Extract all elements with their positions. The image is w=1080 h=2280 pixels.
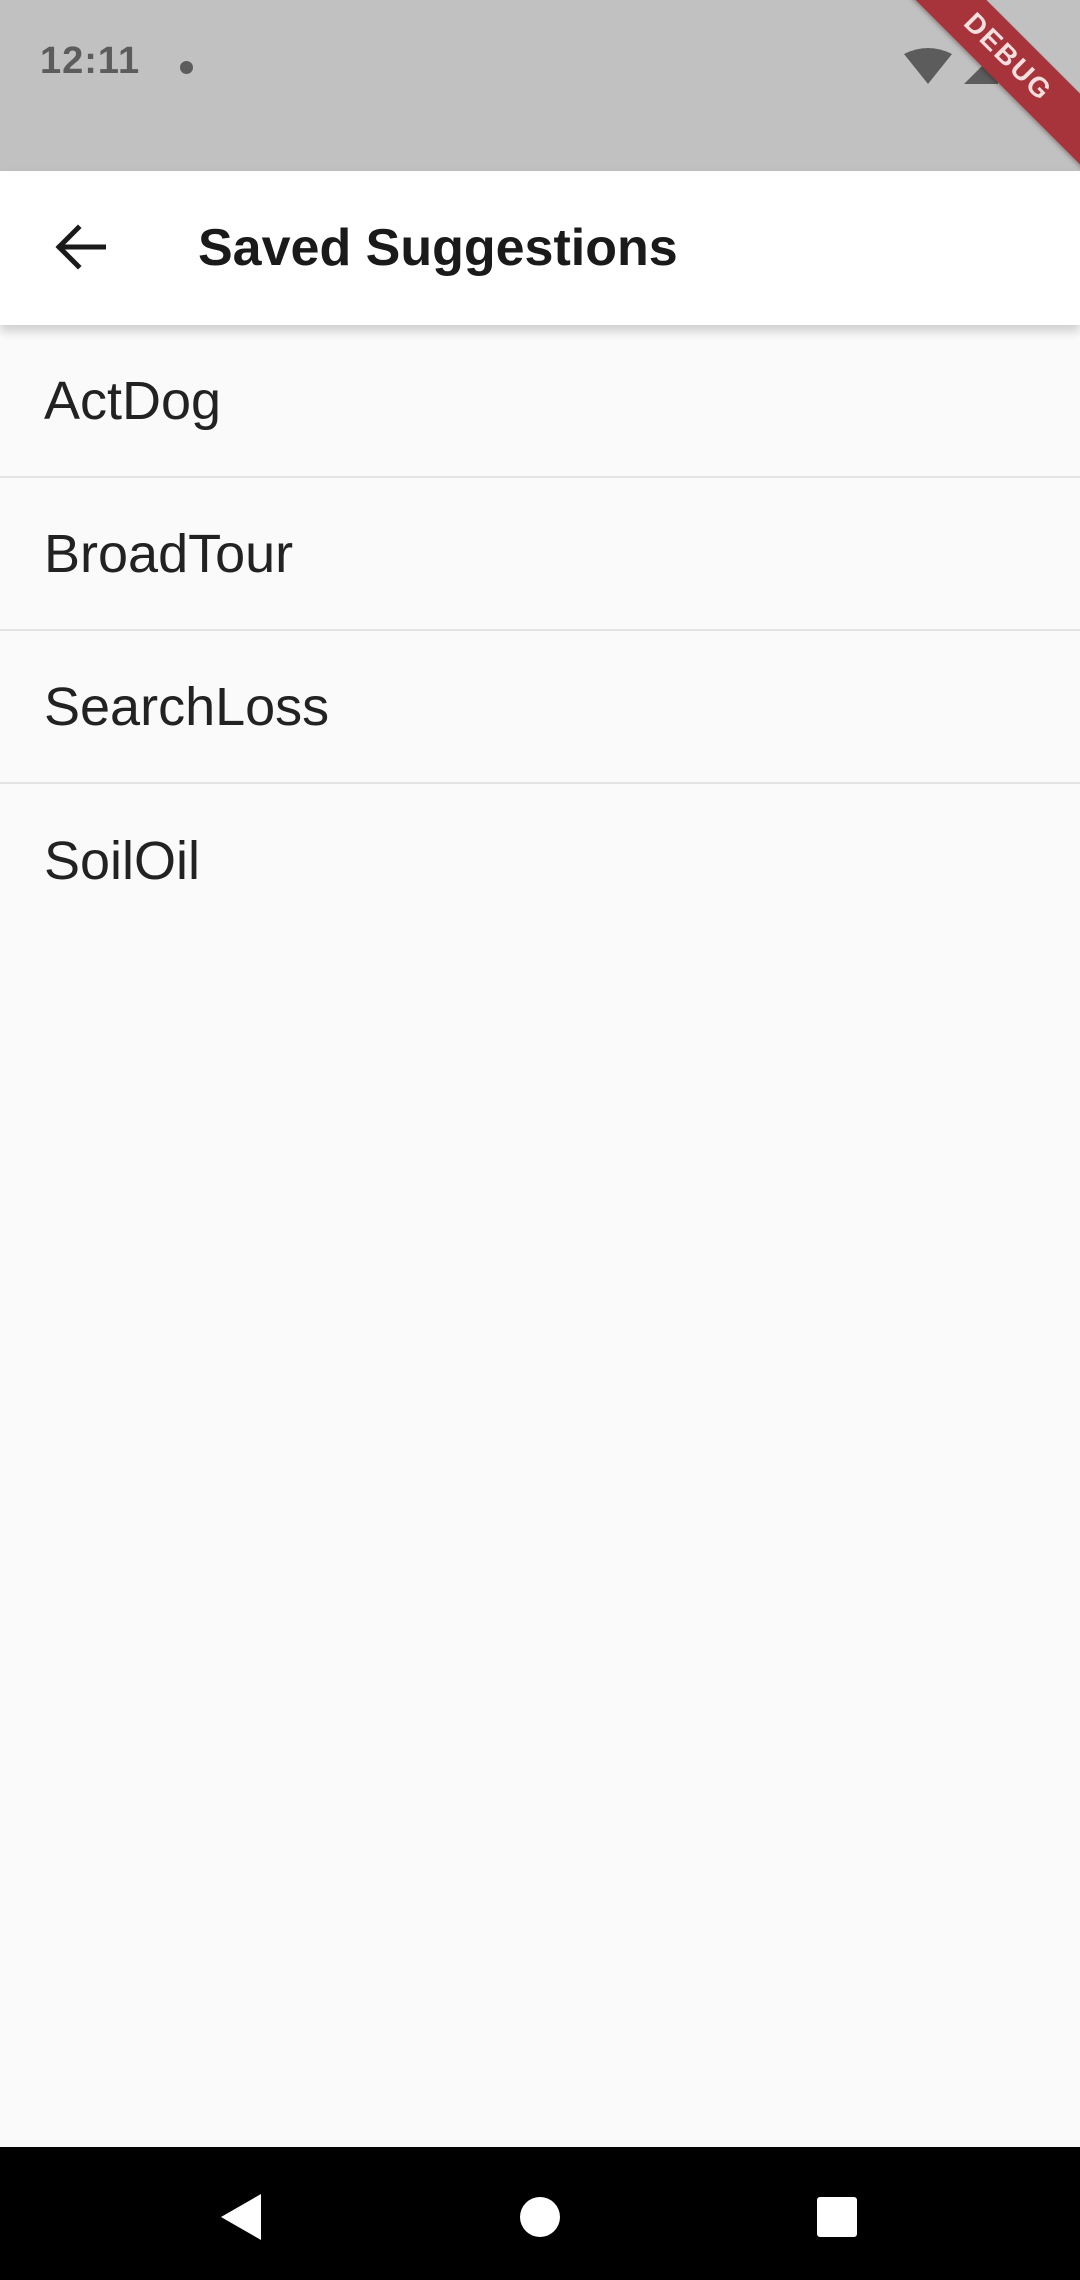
wifi-icon <box>904 48 952 84</box>
status-bar: 12:11 DEBUG <box>0 0 1080 171</box>
app-bar: Saved Suggestions <box>0 171 1080 325</box>
list-item-label: ActDog <box>44 370 222 431</box>
recents-square-icon <box>817 2197 857 2237</box>
list-item-label: BroadTour <box>44 523 294 584</box>
notification-dot-icon <box>180 61 193 74</box>
navigation-bar <box>0 2147 1080 2280</box>
home-circle-icon <box>520 2197 560 2237</box>
nav-recents-button[interactable] <box>797 2177 877 2257</box>
arrow-left-icon <box>55 224 106 270</box>
nav-back-button[interactable] <box>200 2177 280 2257</box>
page-title: Saved Suggestions <box>198 219 678 277</box>
back-triangle-icon <box>221 2194 261 2240</box>
list-item[interactable]: SoilOil <box>0 784 1080 937</box>
list-item[interactable]: SearchLoss <box>0 631 1080 784</box>
nav-home-button[interactable] <box>500 2177 580 2257</box>
back-button[interactable] <box>28 195 132 299</box>
list-item[interactable]: ActDog <box>0 325 1080 478</box>
status-time: 12:11 <box>40 40 141 82</box>
list-item-label: SoilOil <box>44 830 201 891</box>
saved-suggestions-list: ActDog BroadTour SearchLoss SoilOil <box>0 325 1080 937</box>
list-item[interactable]: BroadTour <box>0 478 1080 631</box>
list-item-label: SearchLoss <box>44 676 330 737</box>
